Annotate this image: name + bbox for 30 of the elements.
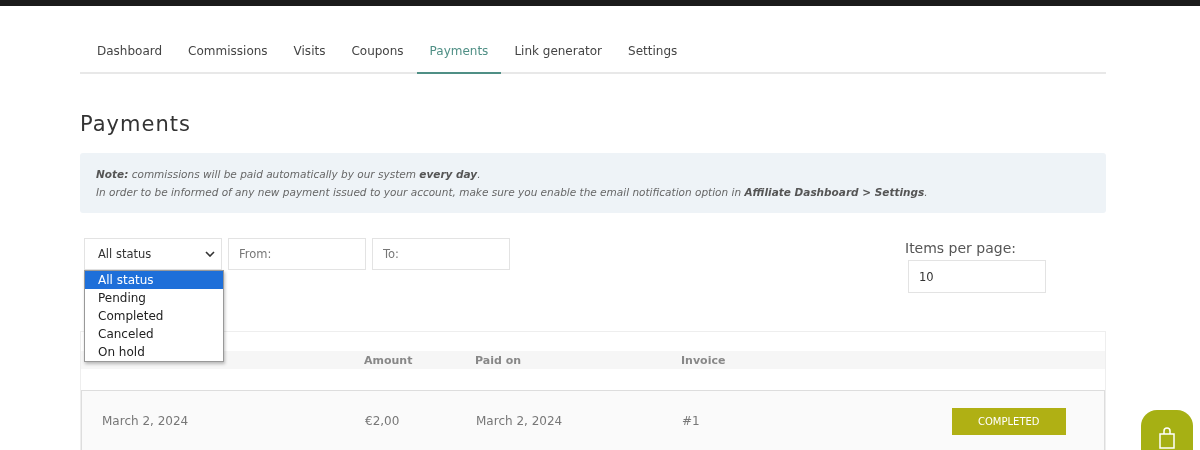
column-header: Amount (363, 353, 414, 367)
column-header: Paid on (475, 353, 523, 367)
page-heading: Payments (80, 112, 192, 136)
table-cell-text: March 2, 2024 (476, 414, 564, 428)
to-date-field[interactable]: To: (372, 238, 510, 270)
column-header: Invoice (681, 353, 727, 367)
tab[interactable]: Dashboard (84, 36, 176, 74)
status-badge: COMPLETED (952, 407, 1066, 435)
items-per-page-field[interactable]: 10 (908, 260, 1046, 293)
dropdown-option[interactable]: Pending (85, 289, 223, 307)
chevron-down-icon (205, 251, 215, 257)
table-cell-text: March 2, 2024 (101, 414, 190, 428)
note-text: Note: commissions will be paid automatically by our system every day. (96, 167, 482, 182)
tab[interactable]: Link generator (501, 36, 616, 74)
items-per-page-label: Items per page: (905, 240, 1016, 256)
tab[interactable]: Payments (416, 36, 502, 74)
tab[interactable]: Visits (280, 36, 339, 74)
shopping-bag-icon (1158, 427, 1176, 449)
dropdown-option[interactable]: Completed (85, 307, 223, 325)
dropdown-option[interactable]: Canceled (85, 325, 223, 343)
dropdown-option[interactable]: All status (85, 271, 223, 289)
table-cell-text: #1 (682, 414, 701, 428)
tab[interactable]: Commissions (175, 36, 281, 74)
tab[interactable]: Settings (615, 36, 691, 74)
dropdown-option[interactable]: On hold (85, 343, 223, 361)
note-text: In order to be informed of any new payment issued to your account, make sure you enable the email notification option in Affiliate Dashboard > Settings. (96, 185, 929, 200)
tab[interactable]: Coupons (338, 36, 417, 74)
status-select[interactable]: All status (84, 238, 222, 270)
table-cell-text: €2,00 (364, 414, 401, 428)
from-date-field[interactable]: From: (228, 238, 366, 270)
